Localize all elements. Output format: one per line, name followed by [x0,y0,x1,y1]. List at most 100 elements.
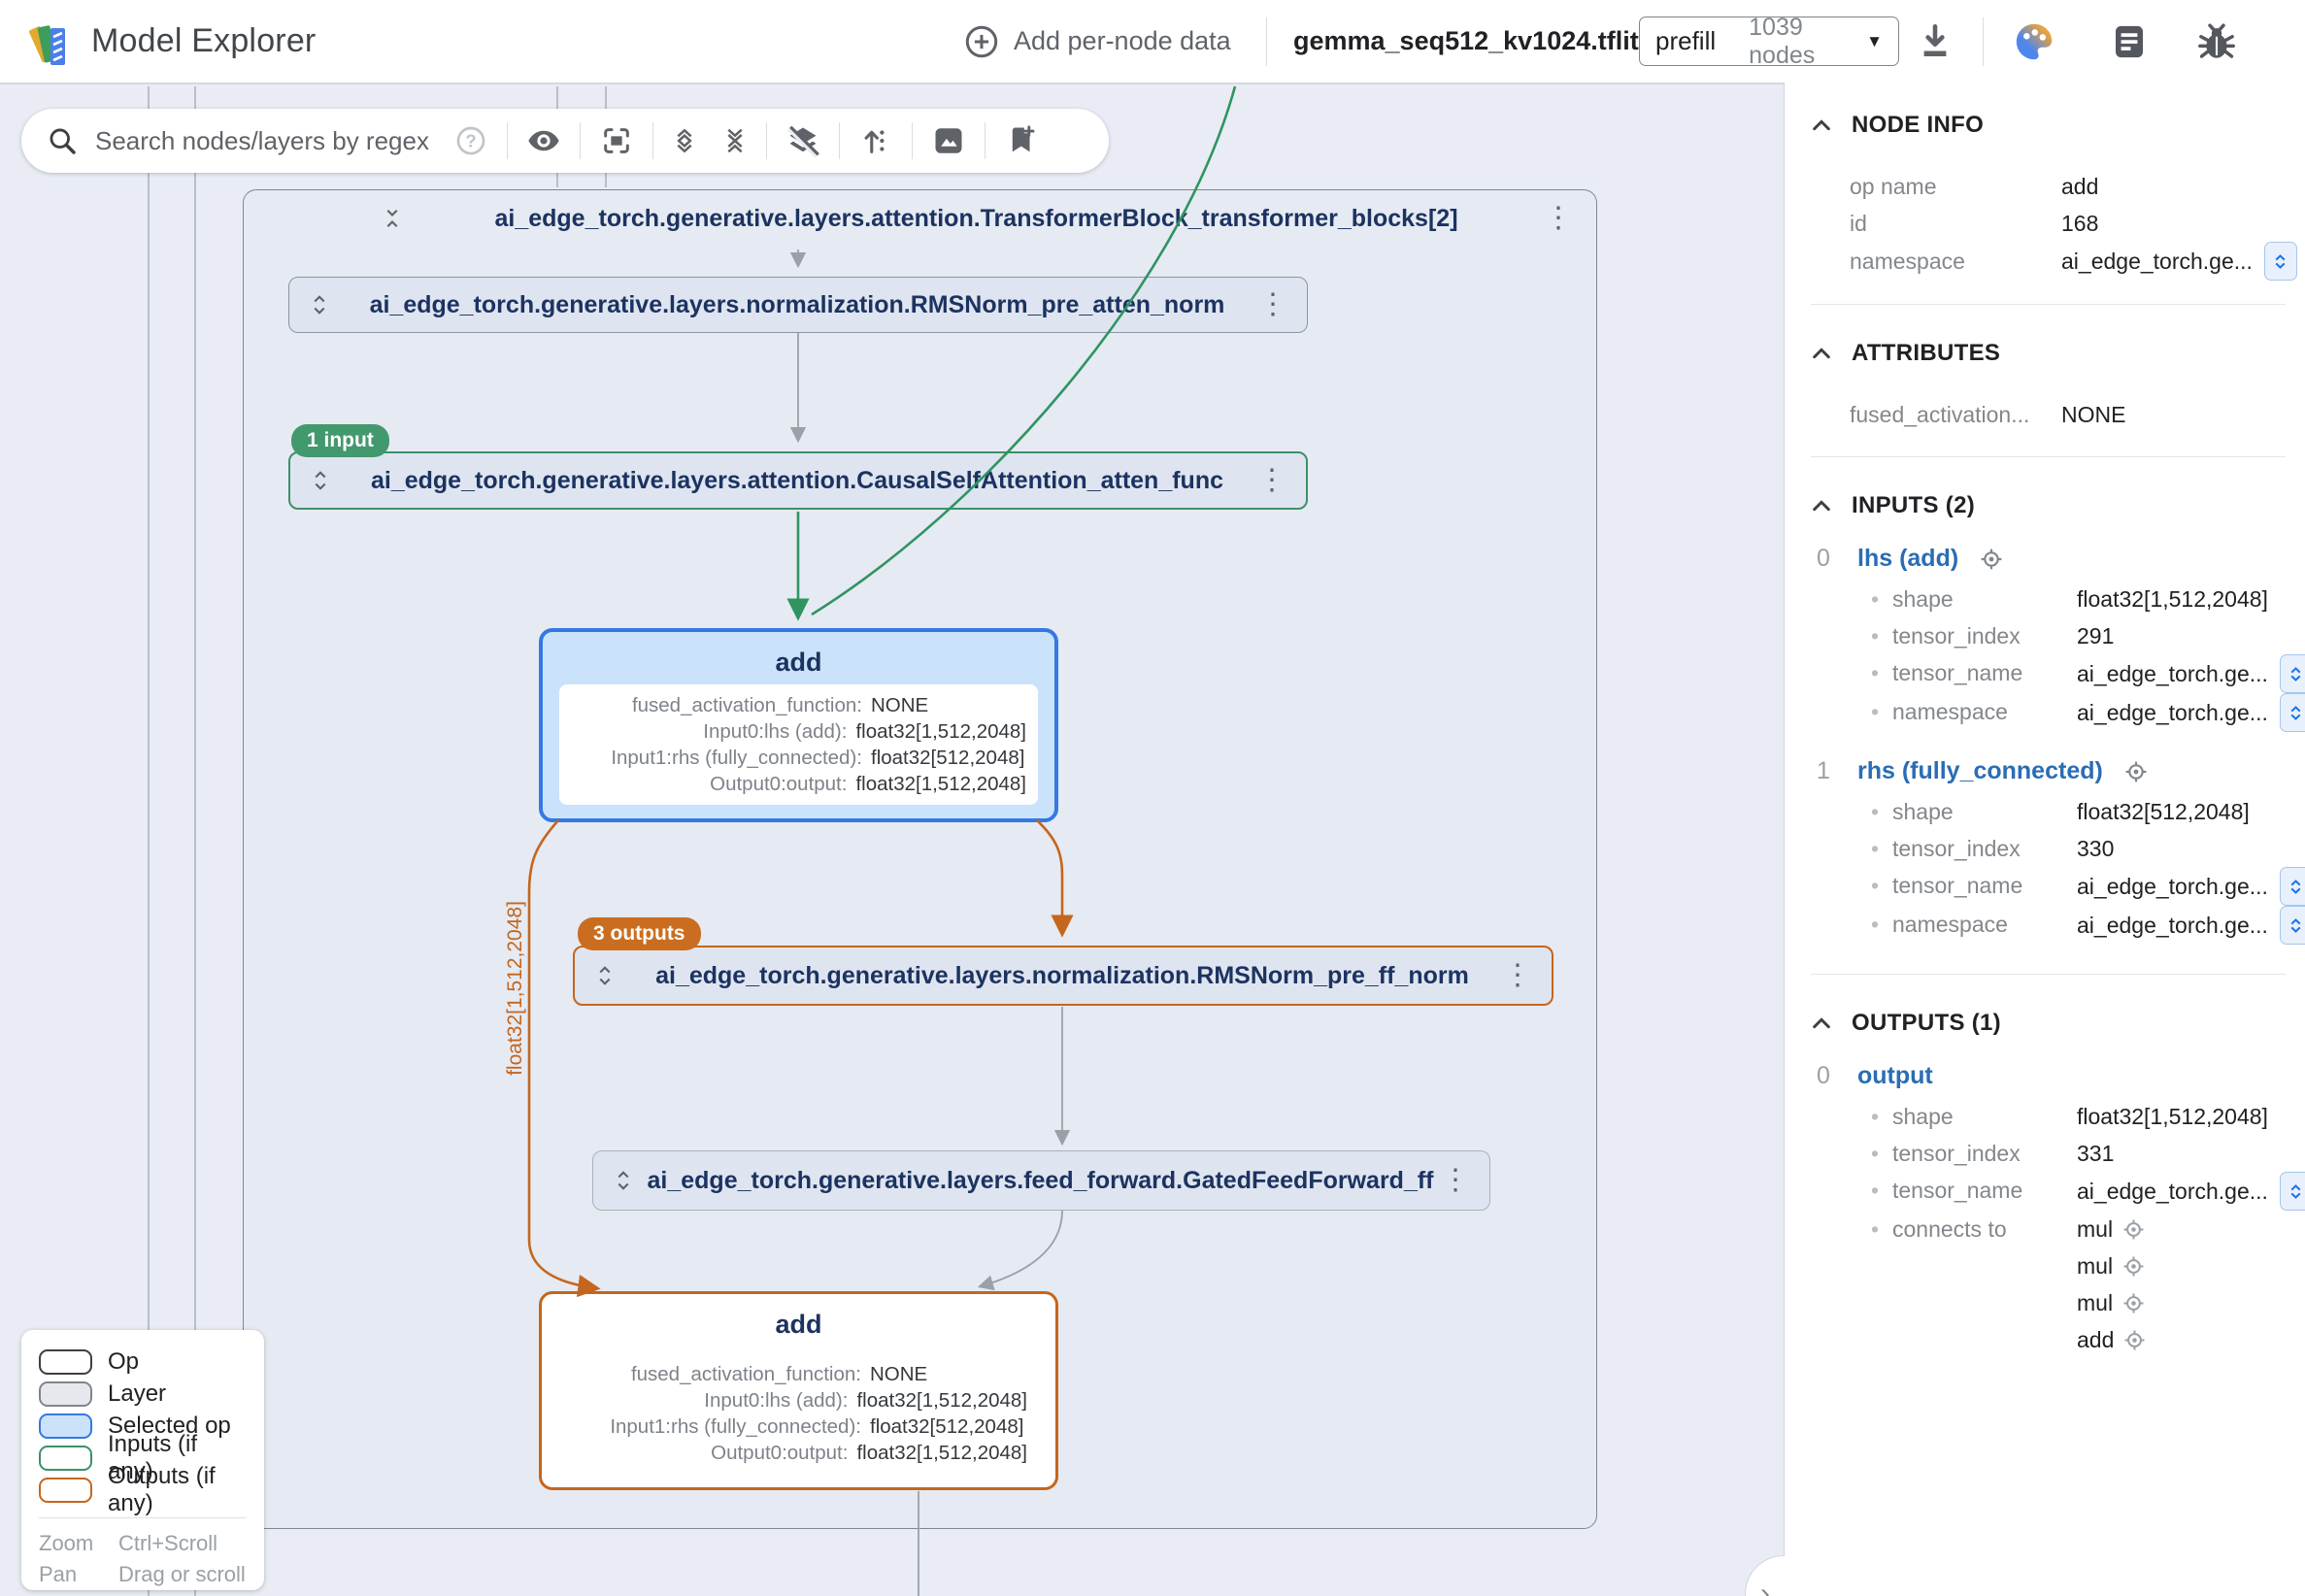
add-per-node-data-label: Add per-node data [1014,26,1231,56]
collapse-layer-icon[interactable] [380,206,405,231]
section-divider [1811,304,2286,305]
header-divider-2 [1983,17,1984,66]
node-causal-self-attention[interactable]: ai_edge_torch.generative.layers.attentio… [288,451,1308,510]
locate-node-icon[interactable] [1980,548,2003,571]
model-name: gemma_seq512_kv1024.tflite [1293,0,1654,83]
layer-transformer-block-header[interactable]: ai_edge_torch.generative.layers.attentio… [244,190,1596,247]
collapse-all-icon [719,125,751,156]
chevron-up-icon [1811,495,1832,516]
expand-text-button[interactable] [2264,242,2297,281]
locate-node-icon[interactable] [2124,760,2148,783]
output-name-link[interactable]: output [1857,1062,1933,1090]
legend-item-op: Op [39,1346,247,1378]
input-item-rhs: 1 rhs (fully_connected) shape float32[51… [1817,757,2286,945]
toolbar-separator [912,122,913,159]
dropdown-caret-icon: ▼ [1866,32,1883,51]
info-row-op-name: op name add [1850,168,2286,205]
flatten-layers-button[interactable] [773,109,833,173]
docs-button[interactable] [2109,0,2150,83]
collapse-all-layers-button[interactable] [710,109,760,173]
expand-layer-icon[interactable] [592,963,618,988]
attr-key: fused_activation_function: [571,692,862,718]
layer-label: ai_edge_torch.generative.layers.attentio… [494,205,1457,233]
op-attributes-box: fused_activation_function:NONE Input0:lh… [558,1353,1039,1474]
node-label: ai_edge_torch.generative.layers.feed_for… [648,1167,1434,1195]
visibility-button[interactable] [514,109,574,173]
section-node-info: NODE INFO op name add id 168 namespace a… [1786,83,2305,311]
connects-to-entry: mul [2077,1211,2146,1247]
search-input[interactable] [95,126,454,156]
graph-canvas[interactable]: ai_edge_torch.generative.layers.attentio… [0,83,1785,1596]
node-menu-icon[interactable]: ⋮ [1439,1166,1472,1195]
add-per-node-data-button[interactable]: Add per-node data [963,0,1231,83]
fit-screen-icon [600,124,633,157]
node-rmsnorm-pre-ff-norm[interactable]: ai_edge_torch.generative.layers.normaliz… [573,946,1553,1006]
eye-icon [526,123,561,158]
section-inputs-header[interactable]: INPUTS (2) [1811,492,2286,519]
expand-text-button[interactable] [2280,1172,2305,1211]
node-menu-icon[interactable]: ⋮ [1501,961,1534,990]
node-rmsnorm-pre-atten-norm[interactable]: ai_edge_torch.generative.layers.normaliz… [288,277,1308,333]
chevron-up-icon [1811,115,1832,136]
legend-label: Outputs (if any) [108,1463,247,1517]
attr-value: float32[1,512,2048] [855,718,1026,745]
input-name-link[interactable]: rhs (fully_connected) [1857,757,2103,785]
download-button[interactable] [1915,0,1955,83]
info-row-fused-activation: fused_activation... NONE [1850,396,2286,433]
expand-layer-icon[interactable] [308,468,333,493]
detail-row: shape float32[512,2048] [1871,793,2286,830]
graph-selector-dropdown[interactable]: prefill 1039 nodes ▼ [1639,17,1899,66]
node-menu-icon[interactable]: ⋮ [1256,290,1289,319]
expand-text-button[interactable] [2280,654,2305,693]
section-node-info-header[interactable]: NODE INFO [1811,112,2286,139]
trace-inputs-outputs-button[interactable] [846,109,906,173]
expand-text-button[interactable] [2280,867,2305,906]
theme-palette-button[interactable] [2012,0,2056,83]
bookmark-add-button[interactable] [991,109,1052,173]
expand-text-button[interactable] [2280,693,2305,732]
node-label: ai_edge_torch.generative.layers.attentio… [371,467,1223,495]
node-details-panel: NODE INFO op name add id 168 namespace a… [1786,83,2305,1596]
attr-value: NONE [870,1361,927,1387]
section-outputs-header[interactable]: OUTPUTS (1) [1811,1010,2286,1037]
expand-layer-icon[interactable] [307,292,332,317]
chevron-up-icon [1811,1013,1832,1034]
chevron-up-icon [1811,343,1832,364]
layer-menu-icon[interactable]: ⋮ [1542,204,1575,233]
locate-node-icon[interactable] [2122,1255,2145,1278]
op-node-add-output[interactable]: add fused_activation_function:NONE Input… [539,1291,1058,1490]
fit-to-screen-button[interactable] [586,109,647,173]
input-index: 0 [1817,545,1836,573]
legend-swatch-outputs [39,1478,92,1503]
graph-selector-value: prefill [1655,26,1716,56]
locate-node-icon[interactable] [2122,1218,2145,1241]
node-gated-feed-forward[interactable]: ai_edge_torch.generative.layers.feed_for… [592,1150,1490,1211]
export-image-button[interactable] [919,109,979,173]
attr-value: float32[1,512,2048] [855,771,1026,797]
expand-all-layers-button[interactable] [659,109,710,173]
search-help-icon[interactable]: ? [454,124,487,157]
section-attributes: ATTRIBUTES fused_activation... NONE [1786,311,2305,463]
attr-key: Output0:output: [570,1440,848,1466]
report-bug-button[interactable] [2196,0,2237,83]
detail-row: tensor_index 330 [1871,830,2286,867]
locate-node-icon[interactable] [2122,1292,2145,1314]
legend-swatch-layer [39,1381,92,1407]
input-name-link[interactable]: lhs (add) [1857,545,1958,573]
header-divider [1266,17,1267,66]
expand-text-button[interactable] [2280,906,2305,945]
detail-row: namespace ai_edge_torch.ge... [1871,693,2286,732]
locate-node-icon[interactable] [2123,1329,2146,1351]
attr-key: Input1:rhs (fully_connected): [571,745,862,771]
legend: Op Layer Selected op Inputs (if any) Out… [21,1330,264,1590]
section-inputs: INPUTS (2) 0 lhs (add) shape float32[1,5… [1786,463,2305,981]
section-attributes-header[interactable]: ATTRIBUTES [1811,340,2286,367]
node-menu-icon[interactable]: ⋮ [1255,466,1288,495]
op-node-add-selected[interactable]: add fused_activation_function:NONE Input… [539,628,1058,822]
toolbar-separator [652,122,653,159]
expand-layer-icon[interactable] [611,1168,636,1193]
graph-node-count: 1039 nodes [1749,14,1866,70]
detail-row: tensor_name ai_edge_torch.ge... [1871,654,2286,693]
add-circle-icon [963,23,1000,60]
search-icon [47,125,78,156]
